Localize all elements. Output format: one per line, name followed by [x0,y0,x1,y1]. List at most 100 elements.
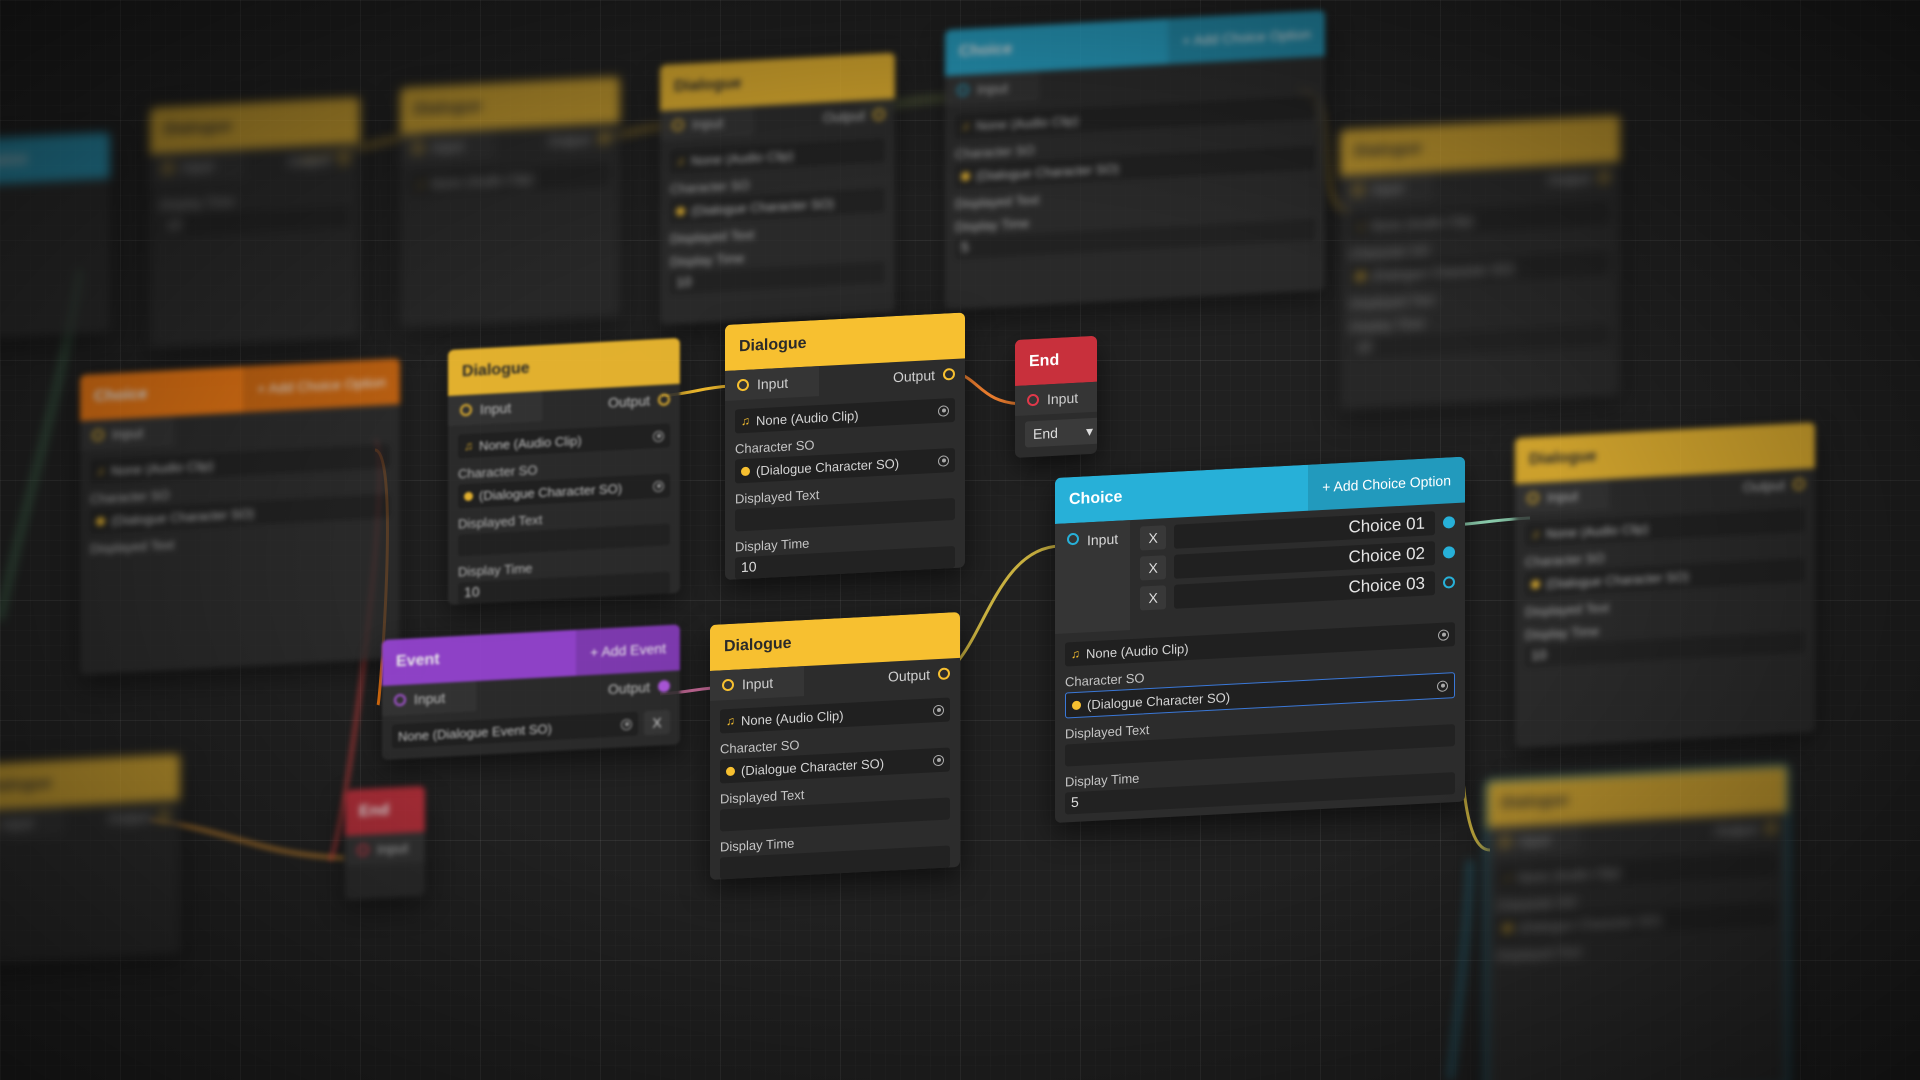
end-node-bottom[interactable]: End Input [345,785,425,900]
object-picker-icon[interactable] [938,404,949,417]
audio-clip-field[interactable]: ♫ None (Audio Clip) [1350,200,1610,239]
dialogue-node-right[interactable]: Dialogue Input Output ♫ None (Audio Clip) … [1515,422,1815,748]
input-label: Input [1547,487,1579,506]
dialogue-node-c[interactable]: Dialogue Input Output ♫ None (Audio Clip) … [710,611,960,880]
character-so-value: (Dialogue Character SO) [111,505,255,528]
character-icon [1531,579,1540,589]
timer-choice-node[interactable]: Choice + Add Choice Option Input ♫ None (A… [80,358,400,675]
add-choice-option-button[interactable]: + Add Choice Option [1308,456,1465,511]
dialogue-node-b[interactable]: Dialogue Input Output ♫ None (Audio Clip) … [725,312,965,580]
choice-node-top-left[interactable]: Choice [0,132,110,340]
input-port[interactable]: Input [150,149,244,184]
output-port[interactable]: Output [608,391,680,411]
audio-clip-field[interactable]: ♫ None (Audio Clip) [670,138,885,174]
audio-clip-field[interactable]: ♫ None (Audio Clip) [458,423,670,459]
object-picker-icon[interactable] [1438,628,1449,641]
choice-node-top[interactable]: Choice + Add Choice Option Input ♫ None (A… [945,10,1325,310]
output-port[interactable]: Output [893,365,965,385]
port-icon [672,118,684,132]
output-label: Output [107,808,150,827]
output-port[interactable]: Output [1548,168,1620,188]
node-title: Choice [0,150,28,171]
input-port[interactable]: Input [725,366,819,401]
output-port[interactable]: Output [888,665,960,685]
choice-node[interactable]: Choice + Add Choice Option Input X Choice… [1055,456,1465,823]
object-picker-icon[interactable] [621,718,632,730]
object-picker-icon[interactable] [933,754,944,766]
node-title: Event [396,650,440,671]
input-port[interactable]: Input [1015,381,1097,416]
object-picker-icon[interactable] [653,480,664,492]
input-label: Input [182,157,214,176]
input-port[interactable]: Input [945,71,1039,106]
end-type-dropdown[interactable]: End ▾ [1025,417,1097,448]
dialogue-node-top-right[interactable]: Dialogue Input Output ♫ None (Audio Clip) … [1340,115,1620,411]
port-icon [394,693,406,707]
end-type-value: End [1033,424,1058,443]
add-choice-option-button[interactable]: + Add Choice Option [1168,10,1325,65]
output-port[interactable]: Output [548,129,620,149]
dialogue-node-top-3[interactable]: Dialogue Input Output ♫ None (Audio Clip) … [660,52,895,325]
port-icon [158,809,170,823]
audio-clip-field[interactable]: ♫ None (Audio Clip) [1497,851,1777,891]
input-port[interactable]: Input [382,681,476,716]
node-title: Dialogue [462,359,530,381]
output-label: Output [607,392,650,411]
choice-output-port[interactable] [1443,576,1455,589]
dialogue-node-top-1[interactable]: Dialogue Input Output Display Time 10 [150,96,360,348]
input-port[interactable]: Input [0,806,64,841]
object-picker-icon[interactable] [933,704,944,716]
port-icon [162,161,174,175]
remove-choice-button[interactable]: X [1140,585,1167,611]
input-port[interactable]: Input [1055,520,1131,634]
add-choice-option-button[interactable]: + Add Choice Option [243,358,400,413]
input-port[interactable]: Input [448,391,542,426]
audio-clip-field[interactable]: ♫ None (Audio Clip) [720,697,950,734]
input-label: Input [742,674,774,693]
object-picker-icon[interactable] [938,454,949,467]
event-node[interactable]: Event + Add Event Input Output None (Dialo… [382,624,680,760]
choice-output-port[interactable] [1443,546,1455,559]
output-port[interactable]: Output [1743,475,1815,495]
port-icon [92,428,104,442]
dialogue-node-a[interactable]: Dialogue Input Output ♫ None (Audio Clip) … [448,337,680,605]
dialogue-node-bottom-left[interactable]: Dialogue Input Output [0,753,180,965]
graph-canvas[interactable]: Choice Dialogue Input Output Display Time… [0,0,1920,1080]
audio-clip-field[interactable]: ♫ None (Audio Clip) [735,397,955,434]
port-icon [598,131,610,145]
input-port[interactable]: Input [1515,479,1609,514]
object-picker-icon[interactable] [653,430,664,442]
input-port[interactable]: Input [1340,171,1434,206]
event-so-field[interactable]: None (Dialogue Event SO) [392,711,638,749]
choice-output-port[interactable] [1443,516,1455,529]
dialogue-node-lower-right[interactable]: Dialogue Input Output ♫ None (Audio Clip) … [1485,764,1789,1080]
port-icon [658,679,670,693]
output-port[interactable]: Output [1715,819,1787,839]
input-port[interactable]: Input [710,666,804,701]
input-port[interactable]: Input [345,831,425,866]
choice-options-list: X Choice 01 X Choice 02 X Choice 03 [1130,503,1465,631]
end-node[interactable]: End Input End ▾ [1015,335,1097,458]
object-picker-icon[interactable] [1437,679,1448,692]
port-icon [938,667,950,681]
input-port[interactable]: Input [660,106,754,141]
output-port[interactable]: Output [288,150,360,170]
remove-choice-button[interactable]: X [1140,525,1167,551]
node-header[interactable]: End [1015,335,1097,386]
node-header[interactable]: End [345,785,425,836]
output-port[interactable]: Output [108,807,180,827]
remove-choice-button[interactable]: X [1140,555,1167,581]
input-port[interactable]: Input [1487,822,1581,858]
dialogue-node-top-2[interactable]: Dialogue Input Output ♫ None (Audio Clip) [400,76,620,328]
audio-clip-field[interactable]: ♫ None (Audio Clip) [410,161,610,197]
input-port[interactable]: Input [80,416,174,451]
port-icon [460,403,472,417]
port-icon [412,141,424,155]
output-port[interactable]: Output [608,677,680,697]
add-event-button[interactable]: + Add Event [576,624,680,676]
audio-clip-field[interactable]: ♫ None (Audio Clip) [1525,507,1805,547]
node-header[interactable]: Choice [0,132,110,186]
remove-event-button[interactable]: X [644,709,670,736]
input-port[interactable]: Input [400,129,494,164]
output-port[interactable]: Output [823,106,895,125]
